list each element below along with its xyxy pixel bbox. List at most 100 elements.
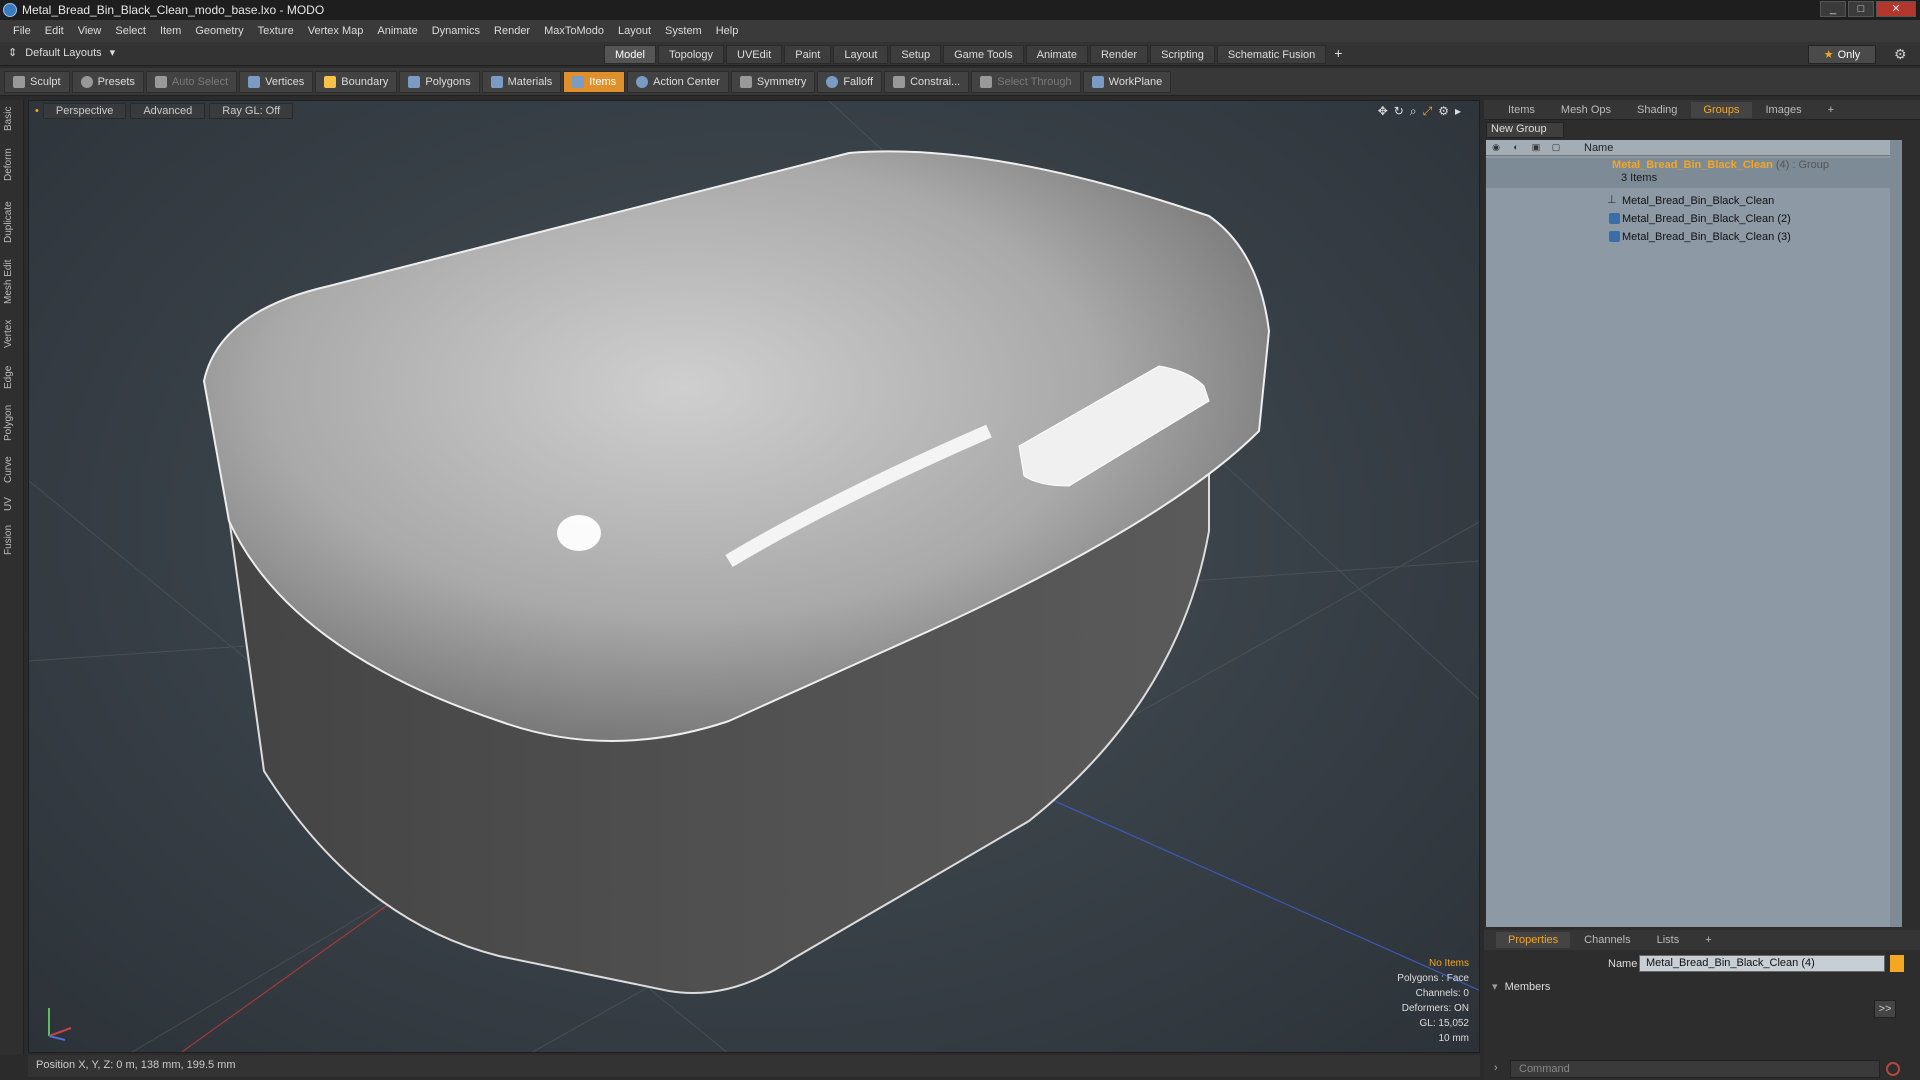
tab-scripting[interactable]: Scripting <box>1150 45 1215 64</box>
polygons-button[interactable]: Polygons <box>399 70 480 93</box>
list-scrollbar[interactable] <box>1890 140 1902 927</box>
auto-select-button[interactable]: Auto Select <box>145 70 238 93</box>
tab-mesh-ops[interactable]: Mesh Ops <box>1549 102 1623 118</box>
zoom-icon[interactable]: ⌕ <box>1410 104 1417 119</box>
vtab-vertex[interactable]: Vertex <box>3 316 21 352</box>
boundary-button[interactable]: Boundary <box>315 70 398 93</box>
tab-properties[interactable]: Properties <box>1496 932 1571 948</box>
materials-button[interactable]: Materials <box>481 70 562 93</box>
tab-groups[interactable]: Groups <box>1691 101 1752 118</box>
constraints-button[interactable]: Constrai... <box>884 70 970 93</box>
vtab-mesh-edit[interactable]: Mesh Edit <box>3 256 21 308</box>
add-panel-tab-button[interactable]: + <box>1816 102 1846 118</box>
view-perspective-button[interactable]: Perspective <box>42 103 127 119</box>
vtab-curve[interactable]: Curve <box>3 454 21 486</box>
presets-button[interactable]: Presets <box>71 70 144 93</box>
sculpt-button[interactable]: Sculpt <box>4 70 70 93</box>
info-items: No Items <box>1428 958 1469 969</box>
command-input[interactable]: Command <box>1510 1060 1880 1078</box>
tab-animate[interactable]: Animate <box>1025 45 1088 64</box>
menu-geometry[interactable]: Geometry <box>188 25 250 37</box>
view-advanced-button[interactable]: Advanced <box>130 103 206 119</box>
vertices-button[interactable]: Vertices <box>239 70 314 93</box>
menu-dynamics[interactable]: Dynamics <box>425 25 487 37</box>
group-row[interactable]: Metal_Bread_Bin_Black_Clean (4) : Group … <box>1486 158 1902 188</box>
falloff-button[interactable]: Falloff <box>817 70 883 93</box>
gear-icon[interactable]: ⚙ <box>1894 46 1910 62</box>
list-item[interactable]: Metal_Bread_Bin_Black_Clean (3) <box>1486 228 1902 246</box>
menu-select[interactable]: Select <box>108 25 153 37</box>
menu-vertex-map[interactable]: Vertex Map <box>301 25 371 37</box>
viewport-menu-dot[interactable]: • <box>35 105 39 117</box>
select-icon[interactable]: ▢ <box>1550 142 1562 154</box>
pan-icon[interactable]: ✥ <box>1378 104 1388 119</box>
only-button[interactable]: ★ Only <box>1808 45 1876 64</box>
vtab-deform[interactable]: Deform <box>3 144 21 186</box>
tab-images[interactable]: Images <box>1754 102 1814 118</box>
menu-item[interactable]: Item <box>153 25 188 37</box>
tab-paint[interactable]: Paint <box>784 45 832 64</box>
tab-lists[interactable]: Lists <box>1645 932 1692 948</box>
action-center-button[interactable]: Action Center <box>627 70 729 93</box>
vtab-basic[interactable]: Basic <box>3 104 21 134</box>
menu-layout[interactable]: Layout <box>611 25 658 37</box>
rotate-icon[interactable]: ↻ <box>1394 104 1404 119</box>
name-column-header[interactable]: Name <box>1584 142 1613 154</box>
menu-help[interactable]: Help <box>709 25 746 37</box>
group-color-swatch[interactable] <box>1890 955 1904 972</box>
vtab-duplicate[interactable]: Duplicate <box>3 196 21 248</box>
menu-system[interactable]: System <box>658 25 709 37</box>
vtab-uv[interactable]: UV <box>3 494 21 514</box>
menu-maxtomodo[interactable]: MaxToModo <box>537 25 611 37</box>
forward-button[interactable]: >> <box>1874 1000 1896 1018</box>
raygl-button[interactable]: Ray GL: Off <box>209 103 294 119</box>
new-group-button[interactable]: New Group <box>1486 122 1564 138</box>
list-item[interactable]: Metal_Bread_Bin_Black_Clean (2) <box>1486 210 1902 228</box>
menu-view[interactable]: View <box>71 25 109 37</box>
select-through-icon <box>980 75 993 88</box>
symmetry-button[interactable]: Symmetry <box>730 70 816 93</box>
name-field[interactable]: Metal_Bread_Bin_Black_Clean (4) <box>1639 955 1885 972</box>
tab-render[interactable]: Render <box>1089 45 1149 64</box>
eye-icon[interactable]: ◉ <box>1490 142 1502 154</box>
add-properties-tab-button[interactable]: + <box>1693 932 1723 948</box>
properties-tabs: Properties Channels Lists + <box>1484 930 1920 950</box>
tab-topology[interactable]: Topology <box>657 45 725 64</box>
tab-uvedit[interactable]: UVEdit <box>726 45 783 64</box>
menu-edit[interactable]: Edit <box>38 25 71 37</box>
viewport-3d[interactable]: • Perspective Advanced Ray GL: Off ✥ ↻ ⌕… <box>28 100 1480 1053</box>
menu-texture[interactable]: Texture <box>251 25 301 37</box>
menu-file[interactable]: File <box>6 25 38 37</box>
lock-icon[interactable]: ▣ <box>1530 142 1542 154</box>
vtab-polygon[interactable]: Polygon <box>3 400 21 446</box>
add-tab-button[interactable]: + <box>1328 45 1348 64</box>
expand-arrow-icon[interactable]: ▸ <box>1455 104 1461 119</box>
tab-channels[interactable]: Channels <box>1572 932 1642 948</box>
tab-game-tools[interactable]: Game Tools <box>943 45 1024 64</box>
list-item[interactable]: ⊥ Metal_Bread_Bin_Black_Clean <box>1486 192 1902 210</box>
maximize-button[interactable]: □ <box>1848 1 1874 17</box>
select-through-button[interactable]: Select Through <box>971 70 1081 93</box>
menu-animate[interactable]: Animate <box>370 25 424 37</box>
members-section[interactable]: ▾ Members <box>1492 980 1550 993</box>
tab-layout[interactable]: Layout <box>833 45 889 64</box>
tab-schematic-fusion[interactable]: Schematic Fusion <box>1216 45 1327 64</box>
vtab-fusion[interactable]: Fusion <box>3 522 21 558</box>
tab-shading[interactable]: Shading <box>1625 102 1689 118</box>
render-icon[interactable]: ◐ <box>1510 142 1522 154</box>
collapse-triangle-icon: ▾ <box>1492 981 1498 993</box>
record-icon[interactable] <box>1886 1062 1900 1076</box>
vertices-icon <box>248 75 261 88</box>
minimize-button[interactable]: _ <box>1820 1 1846 17</box>
tab-setup[interactable]: Setup <box>890 45 942 64</box>
fit-icon[interactable]: ⤢ <box>1423 104 1433 119</box>
tab-model[interactable]: Model <box>604 45 656 64</box>
tab-items[interactable]: Items <box>1496 102 1547 118</box>
viewport-settings-icon[interactable]: ⚙ <box>1438 104 1449 119</box>
vtab-edge[interactable]: Edge <box>3 362 21 392</box>
items-button[interactable]: Items <box>563 70 626 93</box>
workplane-button[interactable]: WorkPlane <box>1082 70 1172 93</box>
menu-render[interactable]: Render <box>487 25 537 37</box>
default-layouts-dropdown[interactable]: ⇕ Default Layouts ▾ <box>8 46 115 60</box>
close-button[interactable]: ✕ <box>1876 1 1916 17</box>
